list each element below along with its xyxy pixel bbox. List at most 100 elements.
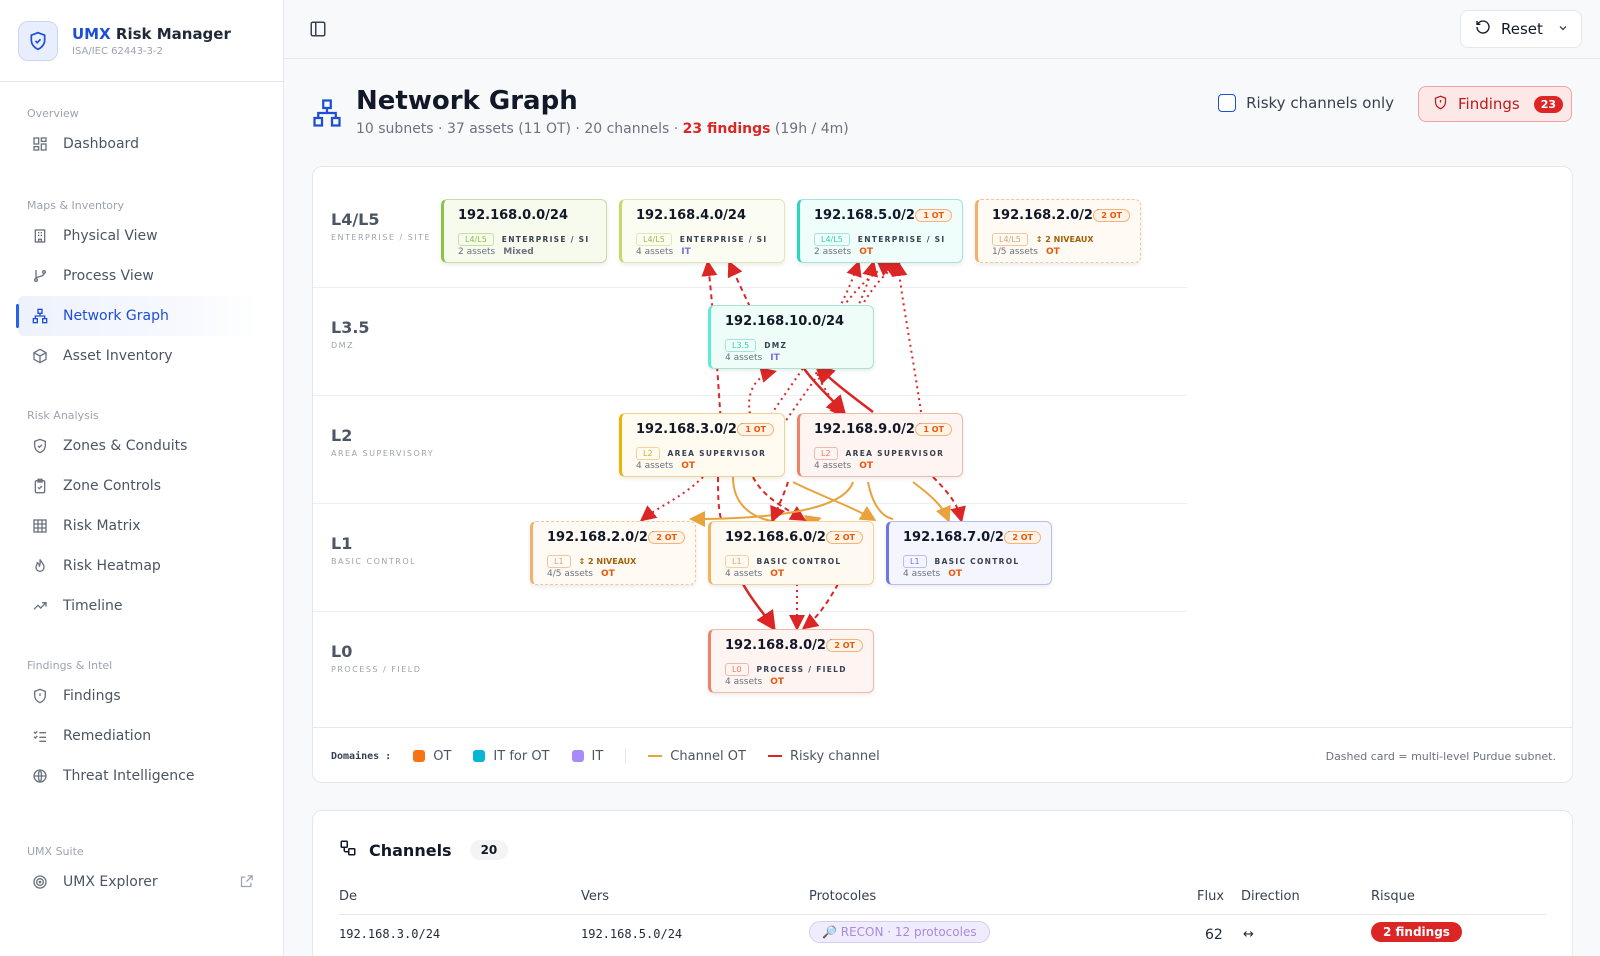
legend-item-it-for-ot: IT for OT <box>473 749 550 764</box>
risky-channel-edge[interactable] <box>741 583 776 632</box>
risky-channels-toggle[interactable]: Risky channels only <box>1218 94 1394 112</box>
asset-count: 4 assets <box>903 569 941 579</box>
column-header-direction[interactable]: Direction <box>1241 889 1300 904</box>
subnet-node[interactable]: 192.168.0.0/24 L4/L5 ENTERPRISE / SI 2 as… <box>441 199 607 263</box>
channel-direction: ↔ <box>1243 927 1254 942</box>
app-title: UMX Risk Manager <box>72 24 231 43</box>
external-link-icon[interactable] <box>239 874 254 893</box>
risky-channel-edge[interactable] <box>814 363 874 413</box>
sidebar-item-timeline[interactable]: Timeline <box>0 586 284 626</box>
risky-channel-edge[interactable] <box>717 476 722 520</box>
sidebar-item-risk-matrix[interactable]: Risk Matrix <box>0 506 284 546</box>
column-header-risque[interactable]: Risque <box>1371 889 1415 904</box>
flame-icon <box>31 557 49 575</box>
findings-button[interactable]: Findings 23 <box>1418 86 1572 122</box>
legend-item-it: IT <box>571 749 603 764</box>
findings-button-label: Findings <box>1458 95 1520 113</box>
sidebar-item-network-graph[interactable]: Network Graph <box>16 296 258 336</box>
nav-group-maps: Maps & Inventory Physical View Process V… <box>0 196 284 376</box>
risky-channel-edge[interactable] <box>639 476 704 522</box>
subnet-node[interactable]: 192.168.6.0/24 2 OT L1 BASIC CONTROL 4 as… <box>708 521 874 585</box>
channels-card: Channels 20 De Vers Protocoles Flux Dire… <box>312 810 1573 956</box>
sidebar-item-label: Physical View <box>63 228 158 244</box>
nav-group-title: Overview <box>27 107 79 120</box>
risk-badge[interactable]: 2 findings <box>1371 922 1462 942</box>
subnet-node[interactable]: 192.168.8.0/24 2 OT L0 PROCESS / FIELD 4 … <box>708 629 874 693</box>
shield-alert-icon <box>1433 95 1448 114</box>
asset-count: 1/5 assets <box>992 247 1038 257</box>
channel-flux: 62 <box>1205 927 1223 943</box>
ot-count-badge: 2 OT <box>1093 209 1130 222</box>
purdue-level-tag: L4/L5 <box>814 233 850 246</box>
domain-label: OT <box>1046 247 1060 257</box>
sidebar-item-asset-inventory[interactable]: Asset Inventory <box>0 336 284 376</box>
sidebar-item-remediation[interactable]: Remediation <box>0 716 284 756</box>
subnet-node[interactable]: 192.168.7.0/24 2 OT L1 BASIC CONTROL 4 as… <box>886 521 1052 585</box>
ot-channel-edge[interactable] <box>912 481 951 523</box>
legend-title: Domaines : <box>331 750 392 762</box>
reset-icon <box>1475 19 1491 39</box>
purdue-level-tag: L4/L5 <box>992 233 1028 246</box>
sidebar-item-dashboard[interactable]: Dashboard <box>0 124 284 164</box>
legend-item-ot: OT <box>413 749 451 764</box>
topbar: Reset <box>284 0 1600 59</box>
risky-channels-checkbox[interactable] <box>1218 94 1237 112</box>
subnet-node[interactable]: 192.168.2.0/24 2 OT L1 ↕ 2 NIVEAUX 4/5 as… <box>530 521 696 585</box>
page-header: Network Graph 10 subnets · 37 assets (11… <box>312 86 1572 146</box>
sidebar-item-findings[interactable]: Findings <box>0 676 284 716</box>
asset-count: 4 assets <box>725 353 763 363</box>
subnet-node[interactable]: 192.168.5.0/24 1 OT L4/L5 ENTERPRISE / SI… <box>797 199 963 263</box>
subnet-node[interactable]: 192.168.3.0/24 1 OT L2 AREA SUPERVISOR 4 … <box>619 413 785 477</box>
column-header-de[interactable]: De <box>339 889 357 904</box>
asset-count: 2 assets <box>814 247 852 257</box>
reset-button[interactable]: Reset <box>1460 10 1582 48</box>
network-icon <box>31 307 49 325</box>
risky-channel-edge[interactable] <box>801 583 839 630</box>
subnet-node[interactable]: 192.168.2.0/24 2 OT L4/L5 ↕ 2 NIVEAUX 1/5… <box>975 199 1141 263</box>
sidebar-item-threat-intelligence[interactable]: Threat Intelligence <box>0 756 284 796</box>
table-divider <box>339 914 1546 915</box>
sidebar-item-zone-controls[interactable]: Zone Controls <box>0 466 284 506</box>
subnet-node[interactable]: 192.168.10.0/24 L3.5 DMZ 4 assets IT <box>708 305 874 369</box>
purdue-level-tag: L4/L5 <box>636 233 672 246</box>
column-header-vers[interactable]: Vers <box>581 889 609 904</box>
domain-label: OT <box>770 677 785 687</box>
purdue-level-tag: L2 <box>814 447 838 460</box>
sidebar-item-physical-view[interactable]: Physical View <box>0 216 284 256</box>
sidebar-toggle-icon[interactable] <box>309 20 327 38</box>
risky-channel-edge[interactable] <box>932 476 966 523</box>
risky-channel-edge[interactable] <box>891 260 922 413</box>
risky-channel-edge[interactable] <box>727 260 751 308</box>
zone-label: BASIC CONTROL <box>756 557 842 566</box>
nav-group-title: Findings & Intel <box>27 659 113 672</box>
sidebar-item-risk-heatmap[interactable]: Risk Heatmap <box>0 546 284 586</box>
radar-icon <box>31 873 49 891</box>
channel-from: 192.168.3.0/24 <box>339 927 441 941</box>
asset-count: 4 assets <box>636 247 674 257</box>
sidebar-item-process-view[interactable]: Process View <box>0 256 284 296</box>
ot-count-badge: 1 OT <box>915 423 952 436</box>
ot-count-badge: 2 OT <box>1004 531 1041 544</box>
sidebar-item-umx-explorer[interactable]: UMX Explorer <box>0 862 284 902</box>
purdue-level-tag: L4/L5 <box>458 233 494 246</box>
purdue-level-tag: L0 <box>725 663 749 676</box>
subnet-node[interactable]: 192.168.4.0/24 L4/L5 ENTERPRISE / SI 4 as… <box>619 199 785 263</box>
sidebar-item-zones-conduits[interactable]: Zones & Conduits <box>0 426 284 466</box>
channels-title: Channels <box>369 840 452 860</box>
risky-channel-edge[interactable] <box>801 366 847 416</box>
subnet-ip: 192.168.10.0/24 <box>725 314 845 329</box>
sidebar-item-label: Risk Matrix <box>63 518 141 534</box>
ot-channel-edge[interactable] <box>867 481 894 520</box>
page-stats: 10 subnets · 37 assets (11 OT) · 20 chan… <box>356 121 849 137</box>
ot-channel-edge[interactable] <box>732 476 822 531</box>
nav-group-findings: Findings & Intel Findings Remediation Th… <box>0 656 284 796</box>
box-icon <box>31 347 49 365</box>
channels-icon <box>339 839 357 861</box>
column-header-flux[interactable]: Flux <box>1197 889 1224 904</box>
subnet-node[interactable]: 192.168.9.0/24 1 OT L2 AREA SUPERVISOR 4 … <box>797 413 963 477</box>
channel-to: 192.168.5.0/24 <box>581 927 683 941</box>
sidebar-item-label: Timeline <box>63 598 123 614</box>
column-header-protocoles[interactable]: Protocoles <box>809 889 876 904</box>
protocol-pill[interactable]: 🔎 RECON · 12 protocoles <box>809 921 990 943</box>
legend-note: Dashed card = multi-level Purdue subnet. <box>1325 749 1556 763</box>
